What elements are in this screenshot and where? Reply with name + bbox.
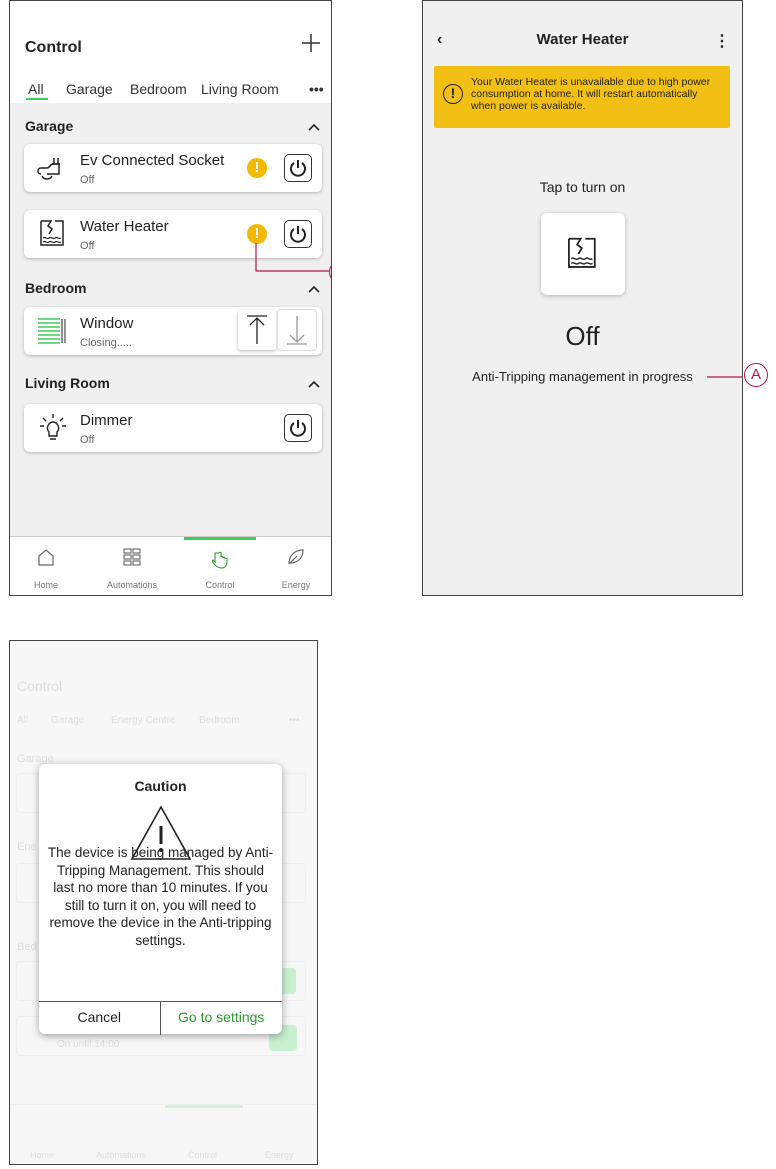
more-tabs-button[interactable]: ••• (309, 81, 324, 97)
tab-all[interactable]: All (28, 81, 44, 97)
water-heater-screen: ‹ Water Heater ⋮ ! Your Water Heater is … (422, 0, 743, 596)
banner-text: Your Water Heater is unavailable due to … (471, 76, 711, 112)
hand-icon (212, 551, 228, 569)
arrow-down-icon (287, 316, 307, 345)
section-living-room: Living Room (25, 375, 110, 391)
power-button[interactable] (284, 414, 312, 442)
nav-label: Control (205, 580, 235, 590)
power-button[interactable] (284, 154, 312, 182)
callout-line (707, 376, 742, 378)
chevron-up-icon[interactable] (307, 377, 321, 391)
info-alert-icon: ! (443, 84, 463, 104)
tap-hint: Tap to turn on (539, 179, 626, 195)
device-name: Dimmer (80, 412, 133, 429)
device-card-ev-socket[interactable]: Ev Connected Socket Off (24, 144, 322, 192)
open-button[interactable] (238, 310, 276, 350)
caution-screen: Control All Garage Energy Centre Bedroom… (9, 640, 318, 1165)
nav-label: Automations (106, 580, 158, 590)
power-icon (290, 420, 306, 437)
bottom-nav: Home Automations Control Energy (10, 536, 331, 595)
anti-tripping-text: Anti-Tripping management in progress (472, 369, 693, 384)
callout-a: A (744, 363, 768, 387)
nav-home[interactable]: Home (10, 537, 82, 595)
device-name: Ev Connected Socket (80, 152, 225, 169)
bg-nav-label: Automations (96, 1150, 147, 1160)
section-garage: Garage (25, 118, 74, 134)
device-status: Off (80, 174, 95, 186)
page-title: Water Heater (536, 31, 629, 48)
bg-nav-label: Control (188, 1150, 218, 1160)
bg-nav: Home Automations Control Energy (10, 1104, 317, 1164)
device-status: Closing..... (80, 337, 132, 349)
device-name: Water Heater (80, 218, 169, 235)
callout-line (255, 243, 330, 272)
device-status: Off (80, 434, 95, 446)
nav-energy[interactable]: Energy (260, 537, 331, 595)
tab-indicator (26, 98, 48, 100)
water-heater-icon (40, 220, 64, 246)
bg-section: Bed (17, 941, 37, 953)
water-heater-toggle[interactable] (541, 213, 625, 295)
chevron-up-icon[interactable] (307, 282, 321, 296)
control-screen: Control All Garage Bedroom Living Room •… (9, 0, 332, 596)
tab-bedroom[interactable]: Bedroom (130, 81, 187, 97)
bg-title: Control (17, 678, 63, 694)
page-title: Control (25, 39, 82, 56)
go-to-settings-button[interactable]: Go to settings (161, 1002, 283, 1035)
blind-icon (38, 318, 66, 344)
anti-tripping-status: Anti-Tripping management in progress (423, 369, 742, 384)
bg-section: Ene (17, 841, 37, 853)
tab-garage[interactable]: Garage (66, 81, 113, 97)
automations-icon (123, 548, 141, 566)
warning-icon[interactable] (247, 224, 267, 244)
section-bedroom: Bedroom (25, 280, 87, 296)
device-state: Off (565, 321, 600, 351)
warning-icon[interactable] (247, 158, 267, 178)
device-card-dimmer[interactable]: Dimmer Off (24, 404, 322, 452)
close-button[interactable] (278, 310, 316, 350)
nav-automations[interactable]: Automations (96, 537, 168, 595)
warning-banner: ! Your Water Heater is unavailable due t… (434, 66, 730, 128)
nav-label: Home (33, 580, 58, 590)
bg-tabs: All Garage Energy Centre Bedroom ••• (17, 715, 300, 726)
bg-nav-label: Home (30, 1150, 55, 1160)
tab-living-room[interactable]: Living Room (201, 81, 279, 97)
home-icon (38, 549, 54, 566)
more-options-button[interactable]: ⋮ (714, 31, 730, 51)
leaf-icon (288, 549, 304, 565)
bg-tab: Bedroom (199, 715, 240, 726)
ev-socket-icon (37, 158, 60, 180)
bg-nav-label: Energy (265, 1150, 294, 1160)
dialog-actions: Cancel Go to settings (39, 1001, 283, 1035)
bg-tab: Garage (51, 715, 85, 726)
dialog-message: The device is being managed by Anti-Trip… (47, 845, 274, 948)
cancel-button[interactable]: Cancel (39, 1002, 161, 1035)
nav-control[interactable]: Control (184, 537, 256, 595)
bg-tab: All (17, 715, 29, 726)
power-icon (290, 160, 306, 177)
bg-tab: Energy Centre (111, 715, 176, 726)
device-status: Off (80, 240, 95, 252)
water-heater-icon (568, 237, 596, 268)
device-card-window[interactable]: Window Closing..... (24, 307, 322, 355)
caution-dialog: Caution The device is being managed by A… (39, 764, 283, 1035)
bg-device-status: On until 14:00 (57, 1039, 120, 1050)
room-tabs: All Garage Bedroom Living Room ••• (25, 81, 324, 103)
device-name: Window (80, 315, 134, 332)
arrow-up-icon (247, 315, 267, 344)
chevron-up-icon[interactable] (307, 120, 321, 134)
add-icon[interactable] (299, 31, 323, 55)
bulb-icon (40, 414, 66, 440)
nav-label: Energy (281, 580, 311, 590)
dialog-title: Caution (134, 778, 187, 794)
